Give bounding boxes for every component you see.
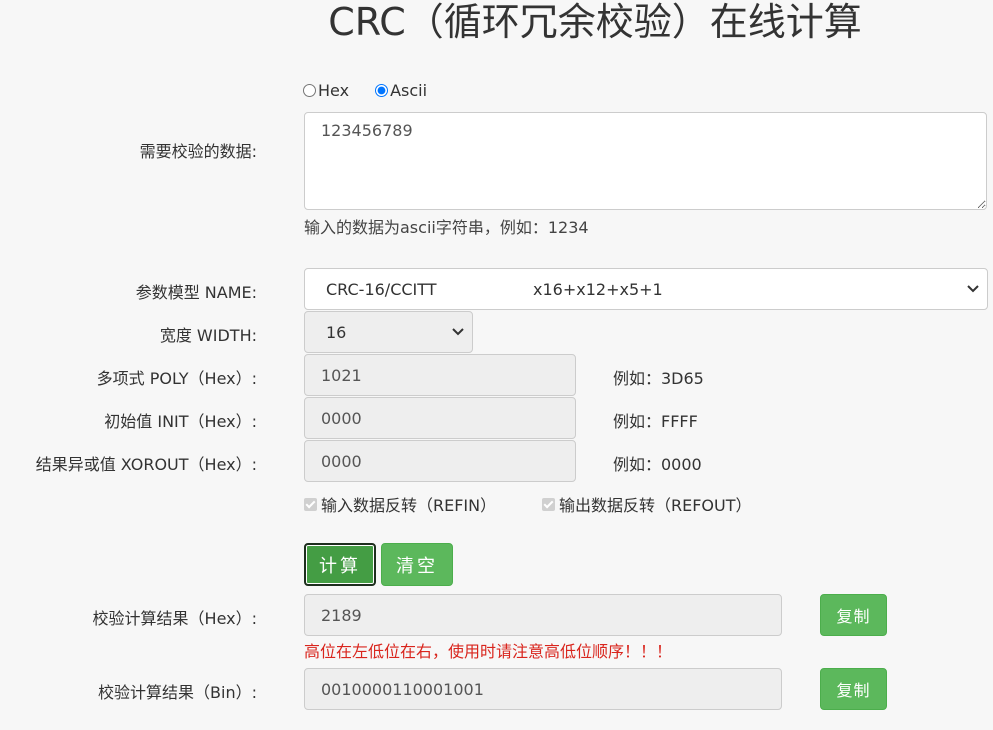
byte-order-warning: 高位在左低位在右，使用时请注意高低位顺序！！！: [304, 642, 673, 661]
data-input-help: 输入的数据为ascii字符串，例如：1234: [304, 218, 589, 237]
result-hex-label: 校验计算结果（Hex）:: [92, 609, 257, 628]
xorout-input[interactable]: 0000: [304, 440, 576, 482]
chevron-down-icon: [452, 324, 464, 340]
format-radio-group: Hex Ascii: [303, 81, 427, 100]
model-label: 参数模型 NAME:: [135, 283, 257, 302]
result-hex-output[interactable]: 2189: [304, 594, 782, 636]
refout-checkbox[interactable]: 输出数据反转（REFOUT）: [542, 492, 752, 516]
refout-checkbox-label: 输出数据反转（REFOUT）: [559, 496, 752, 515]
width-label: 宽度 WIDTH:: [159, 326, 257, 345]
poly-input[interactable]: 1021: [304, 354, 576, 396]
refin-checkbox-label: 输入数据反转（REFIN）: [321, 496, 497, 515]
refin-checkbox-box[interactable]: [304, 497, 317, 511]
radio-ascii-label: Ascii: [390, 81, 428, 100]
radio-ascii-input[interactable]: [375, 84, 389, 97]
result-bin-output[interactable]: 0010000110001001: [304, 668, 782, 710]
width-select-value: 16: [326, 322, 347, 342]
radio-hex-label: Hex: [318, 81, 350, 100]
refin-checkbox[interactable]: 输入数据反转（REFIN）: [304, 492, 496, 516]
init-label: 初始值 INIT（Hex）:: [104, 412, 257, 431]
poly-label: 多项式 POLY（Hex）:: [96, 369, 257, 388]
init-input[interactable]: 0000: [304, 397, 576, 439]
init-example: 例如：FFFF: [613, 412, 698, 431]
data-input[interactable]: [304, 112, 987, 210]
calculate-button[interactable]: 计算: [304, 543, 376, 586]
refout-checkbox-box[interactable]: [542, 497, 555, 511]
page-title: CRC（循环冗余校验）在线计算: [328, 0, 862, 44]
width-select[interactable]: 16: [304, 311, 473, 353]
xorout-example: 例如：0000: [613, 455, 702, 474]
model-select[interactable]: CRC-16/CCITT x16+x12+x5+1: [304, 268, 988, 310]
clear-button[interactable]: 清空: [381, 543, 453, 586]
model-select-poly: x16+x12+x5+1: [533, 279, 663, 299]
result-bin-label: 校验计算结果（Bin）:: [98, 683, 257, 702]
radio-ascii[interactable]: Ascii: [375, 81, 427, 100]
copy-bin-button[interactable]: 复制: [820, 668, 887, 710]
data-input-label: 需要校验的数据:: [139, 142, 257, 161]
copy-hex-button[interactable]: 复制: [820, 594, 887, 636]
chevron-down-icon: [967, 281, 979, 297]
radio-hex[interactable]: Hex: [303, 81, 349, 100]
xorout-label: 结果异或值 XOROUT（Hex）:: [35, 455, 257, 474]
poly-example: 例如：3D65: [613, 369, 704, 388]
radio-hex-input[interactable]: [303, 84, 316, 97]
model-select-name: CRC-16/CCITT: [326, 279, 437, 299]
